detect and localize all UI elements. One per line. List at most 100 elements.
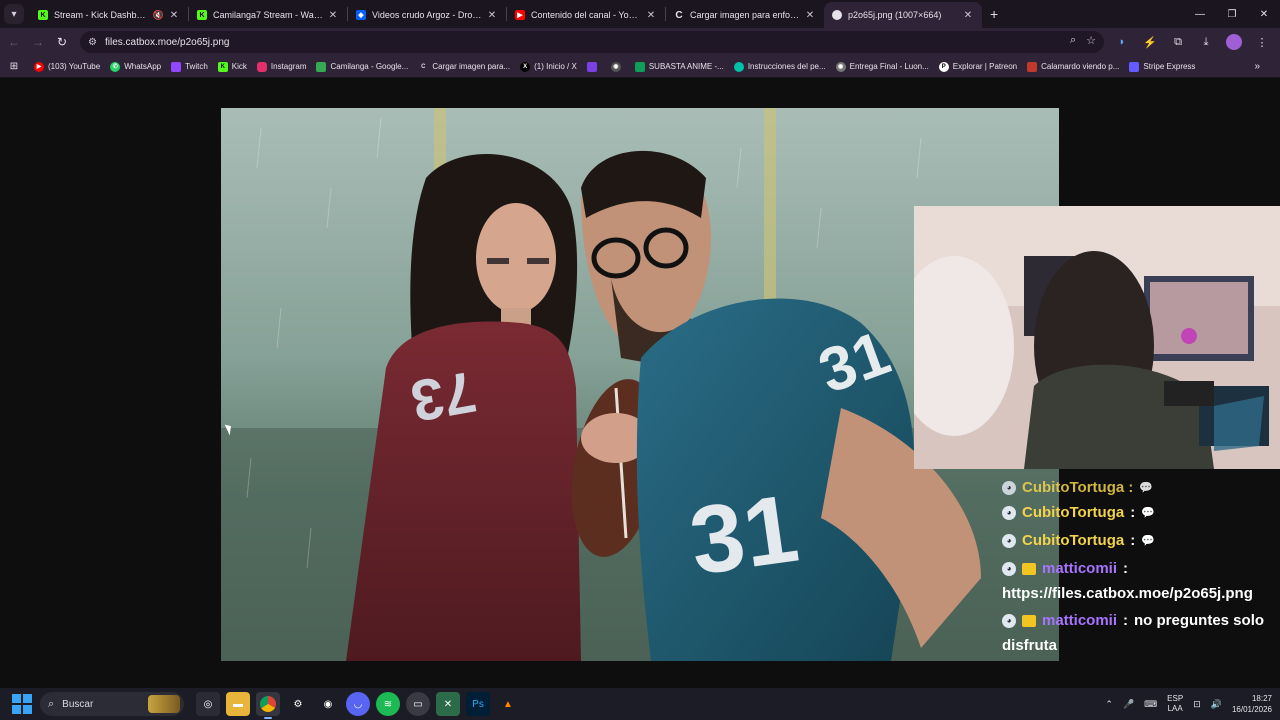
profile-avatar[interactable] [1222,30,1246,54]
chat-message-header: ◕ matticomii : [1002,560,1128,577]
close-tab-icon[interactable]: ✕ [962,10,974,21]
input-language[interactable]: ESP LAA [1167,694,1183,714]
file-explorer-icon[interactable]: ▬ [226,692,250,716]
panda-badge-icon: ◕ [1002,561,1016,576]
chevron-up-icon[interactable]: ⌃ [1105,699,1113,710]
more-bookmarks-icon[interactable]: » [1254,61,1260,72]
forward-arrow-icon[interactable]: → [26,30,50,54]
bookmark-youtube[interactable]: ▶ (103) YouTube [34,61,100,72]
extensions-puzzle-icon[interactable]: ⧉ [1166,30,1190,54]
chat-separator: : [1123,612,1129,629]
bookmark-whatsapp[interactable]: ✆ WhatsApp [110,61,161,72]
bookmark-calamardo[interactable]: Calamardo viendo p... [1027,61,1119,72]
obs-icon[interactable]: ◉ [316,692,340,716]
close-tab-icon[interactable]: ✕ [168,10,180,21]
streaming-app-icon[interactable]: ▭ [406,692,430,716]
globe-icon: ◉ [835,61,846,72]
close-window-icon[interactable]: ✕ [1248,0,1280,28]
apps-grid-icon[interactable]: ⊞ [4,61,24,72]
clock-time: 18:27 [1251,694,1272,703]
volume-icon[interactable]: 🔊 [1211,699,1222,710]
tab-title: Contenido del canal - YouTube [531,10,641,20]
kick-icon: K [197,10,207,20]
tab-search-dropdown-icon[interactable]: ▾ [4,4,24,24]
new-tab-button[interactable]: + [990,0,998,28]
bookmark-subasta[interactable]: SUBASTA ANIME -... [634,61,724,72]
zoom-icon[interactable]: ⌕ [1070,34,1076,47]
reload-icon[interactable]: ↻ [50,30,74,54]
chat-username: matticomii [1042,560,1118,577]
obs-settings-icon[interactable]: ⚙ [286,692,310,716]
chat-username: CubitoTortuga [1022,504,1125,521]
c-logo-icon: C [675,9,683,21]
close-tab-icon[interactable]: ✕ [645,10,657,21]
bookmark-stripe[interactable]: Stripe Express [1129,61,1195,72]
tab-kick-dashboard[interactable]: K Stream - Kick Dashboard 🔇 ✕ [30,2,188,28]
bookmark-entrega-final[interactable]: ◉ Entrega Final - Luon... [835,61,929,72]
keyboard-icon[interactable]: ⌨ [1144,699,1157,710]
search-highlight-image [148,695,180,713]
bookmark-label: Instrucciones del pe... [747,62,826,71]
speech-bubble-icon: 💬 [1141,535,1155,547]
panda-badge-icon: ◕ [1002,613,1016,628]
extension-wave-icon[interactable]: ◗ [1110,30,1134,54]
bookmark-cargar-imagen[interactable]: C Cargar imagen para... [418,62,510,72]
tab-title: Cargar imagen para enfocarla y [690,10,800,20]
bookmark-google-drive[interactable]: Camilanga - Google... [316,61,408,72]
menu-dots-icon[interactable]: ⋮ [1250,30,1274,54]
discord-icon[interactable]: ◡ [346,692,370,716]
address-bar[interactable]: ⚙ files.catbox.moe/p2o65j.png ⌕ ☆ [80,31,1104,53]
tab-title: Videos crudo Argoz - Dropbox [372,10,482,20]
close-tab-icon[interactable]: ✕ [327,10,339,21]
download-icon[interactable]: ⤓ [1194,30,1218,54]
chat-message-text: https://files.catbox.moe/p2o65j.png [1002,585,1253,602]
address-url: files.catbox.moe/p2o65j.png [104,36,230,48]
tab-dropbox[interactable]: ◆ Videos crudo Argoz - Dropbox ✕ [348,2,506,28]
taskbar-search[interactable]: ⌕ Buscar [40,692,184,716]
chrome-icon[interactable] [256,692,280,719]
bookmark-label: Instagram [270,62,307,71]
capcut-icon[interactable]: ✕ [436,692,460,716]
close-tab-icon[interactable]: ✕ [486,10,498,21]
minimize-icon[interactable]: — [1184,0,1216,28]
streamer-webcam [914,206,1280,469]
bookmark-purple[interactable] [586,61,601,72]
network-icon[interactable]: ⊡ [1193,699,1201,710]
chat-message-partial: ◕ CubitoTortuga : 💬 [1002,479,1153,496]
tab-title: Camilanga7 Stream - Watch Live [213,10,323,20]
tab-image-active[interactable]: p2o65j.png (1007×664) ✕ [824,2,982,28]
bookmark-twitch[interactable]: Twitch [171,61,208,72]
microphone-icon[interactable]: 🎤 [1123,699,1134,710]
muted-icon[interactable]: 🔇 [153,10,164,21]
restore-icon[interactable]: ❐ [1216,0,1248,28]
chat-username: matticomii [1042,612,1118,629]
bookmark-globe[interactable]: ◉ [610,61,625,72]
task-view-icon[interactable]: ◎ [196,692,220,716]
bookmark-patreon[interactable]: P Explorar | Patreon [938,61,1017,72]
chat-message-text: no preguntes solo [1134,612,1265,629]
bookmark-x[interactable]: X (1) Inicio / X [520,61,577,72]
search-icon: ⌕ [48,697,55,710]
site-info-icon[interactable]: ⚙ [88,37,97,48]
bookmark-kick[interactable]: K Kick [217,61,247,72]
tab-cargar-imagen[interactable]: C Cargar imagen para enfocarla y ✕ [666,2,824,28]
back-arrow-icon[interactable]: ← [2,30,26,54]
tab-kick-stream[interactable]: K Camilanga7 Stream - Watch Live ✕ [189,2,347,28]
bookmark-label: Entrega Final - Luon... [849,62,929,71]
jersey-number-man-chest: 31 [684,475,805,596]
chat-username: CubitoTortuga : [1022,479,1134,496]
windows-taskbar: ⌕ Buscar ◎ ▬ ⚙ ◉ ◡ ≋ ▭ ✕ Ps ▲ ⌃ 🎤 ⌨ ESP … [0,688,1280,720]
extension-translate-icon[interactable]: ⚡ [1138,30,1162,54]
close-tab-icon[interactable]: ✕ [804,10,816,21]
system-clock[interactable]: 18:27 16/01/2026 [1232,693,1272,715]
bookmark-instagram[interactable]: Instagram [256,61,307,72]
bookmark-instrucciones[interactable]: Instrucciones del pe... [733,61,826,72]
google-drive-icon [316,61,327,72]
spotify-icon[interactable]: ≋ [376,692,400,716]
bookmark-star-icon[interactable]: ☆ [1086,34,1096,47]
chatgpt-icon [733,61,744,72]
windows-start-icon[interactable] [12,694,32,714]
tab-youtube[interactable]: ▶ Contenido del canal - YouTube ✕ [507,2,665,28]
photoshop-icon[interactable]: Ps [466,692,490,716]
vlc-icon[interactable]: ▲ [496,692,520,716]
